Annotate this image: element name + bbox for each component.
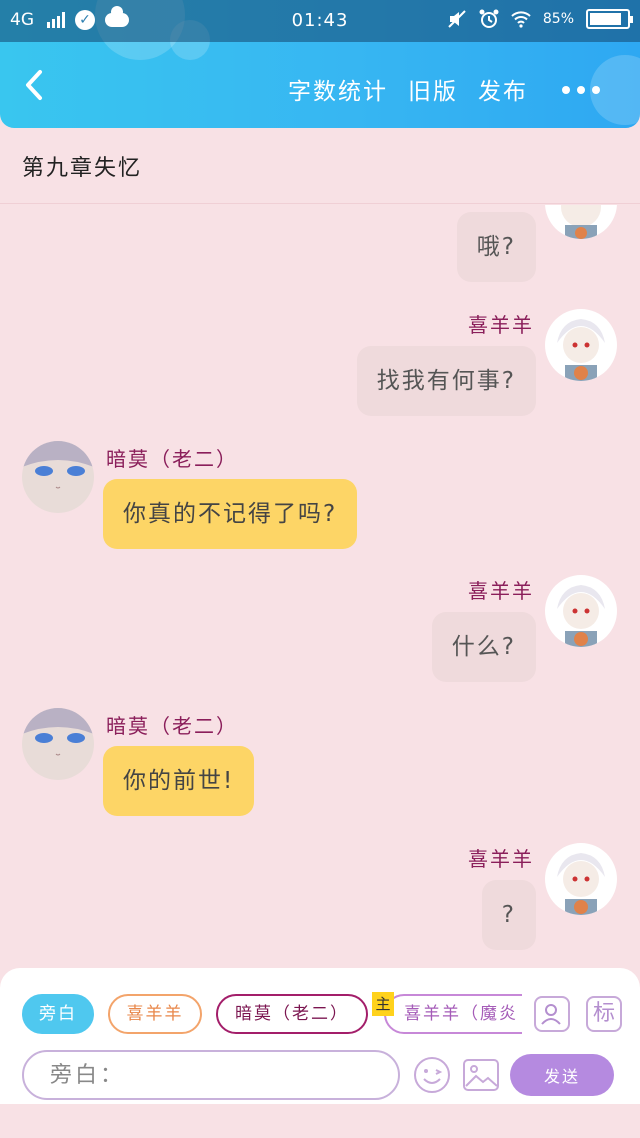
chapter-title[interactable]: 第九章失忆 (22, 150, 142, 182)
message-bubble[interactable]: 找我有何事? (356, 346, 536, 416)
old-version-button[interactable]: 旧版 (408, 72, 458, 106)
message-bubble[interactable]: 什么? (431, 612, 536, 682)
bottom-strip (0, 1104, 640, 1138)
message-input[interactable] (22, 1050, 400, 1100)
chat-area: 哦? 喜羊羊 找我有何事? 暗莫（老二） 你真的不记得了吗? 喜羊羊 什么? 暗… (0, 205, 640, 967)
avatar-xiyangyang[interactable] (545, 575, 617, 647)
sender-name: 喜羊羊 (468, 579, 534, 603)
role-chip-narrator[interactable]: 旁白 (22, 994, 94, 1034)
emoji-icon[interactable] (413, 1056, 451, 1094)
status-bar: 4G ✓ 01:43 85% (0, 0, 640, 42)
battery-percent: 85% (542, 11, 574, 27)
role-chip-xiyangyang-mohuan[interactable]: 喜羊羊（魔炎 (384, 994, 522, 1034)
sender-name: 喜羊羊 (468, 313, 534, 337)
alarm-icon (479, 9, 499, 28)
message-bubble[interactable]: 哦? (456, 212, 536, 282)
avatar-anmo[interactable] (22, 441, 94, 513)
role-chip-xiyangyang[interactable]: 喜羊羊 (108, 994, 202, 1034)
chapter-header: 第九章失忆 (0, 128, 640, 204)
main-role-tag: 主 (372, 992, 394, 1016)
publish-button[interactable]: 发布 (478, 72, 528, 106)
battery-icon (586, 9, 633, 29)
avatar-xiyangyang[interactable] (545, 843, 617, 915)
send-button[interactable]: 发送 (510, 1054, 614, 1096)
role-selector: 旁白 喜羊羊 暗莫（老二） 喜羊羊（魔炎 (22, 994, 522, 1038)
mark-button[interactable]: 标 (586, 996, 622, 1032)
nav-bar: 字数统计 旧版 发布 (0, 42, 640, 128)
sender-name: 暗莫（老二） (106, 447, 238, 471)
character-card-icon[interactable] (534, 996, 570, 1032)
avatar-anmo[interactable] (22, 708, 94, 780)
message-bubble[interactable]: 你真的不记得了吗? (103, 479, 358, 549)
more-dots-icon[interactable] (562, 86, 600, 94)
message-bubble[interactable]: 你的前世! (103, 746, 255, 816)
word-count-button[interactable]: 字数统计 (288, 72, 388, 106)
sender-name: 喜羊羊 (468, 847, 534, 871)
sender-name: 暗莫（老二） (106, 714, 238, 738)
mute-icon (448, 10, 466, 28)
top-header: 4G ✓ 01:43 85% 字数统计 旧版 发布 (0, 0, 640, 128)
wifi-icon (511, 11, 531, 28)
image-icon[interactable] (462, 1056, 500, 1094)
avatar-xiyangyang[interactable] (545, 309, 617, 381)
avatar-xiyangyang[interactable] (545, 205, 617, 239)
back-arrow-icon[interactable] (18, 68, 52, 102)
message-bubble[interactable]: ? (481, 880, 536, 950)
role-chip-anmo[interactable]: 暗莫（老二） (216, 994, 368, 1034)
